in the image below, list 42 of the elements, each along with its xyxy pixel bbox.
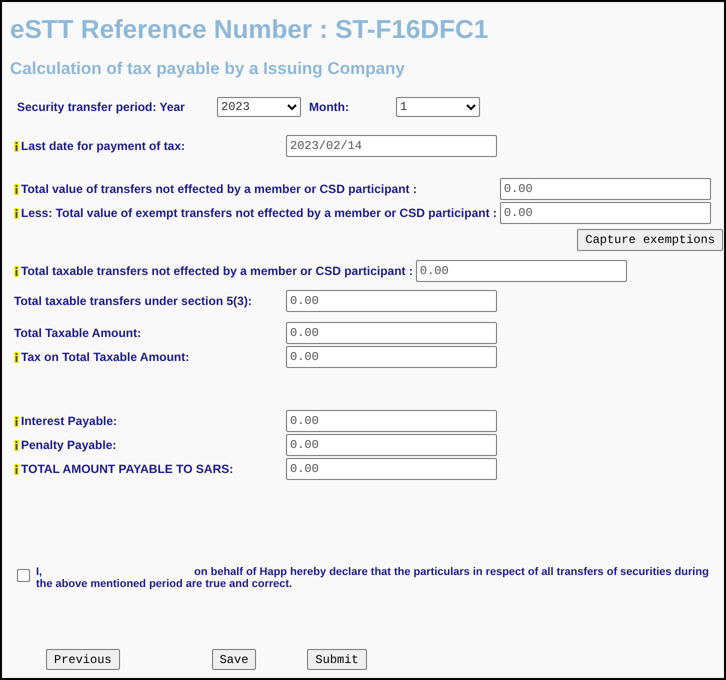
info-icon[interactable] xyxy=(14,416,19,426)
text-field[interactable]: 0.00 xyxy=(500,178,711,200)
form-button[interactable]: Submit xyxy=(307,649,367,670)
dropdown[interactable]: 2023 xyxy=(217,97,301,117)
field-label: Less: Total value of exempt transfers not effected by a member or CSD participant : xyxy=(21,206,497,220)
info-icon[interactable] xyxy=(14,464,19,474)
page-title: eSTT Reference Number : ST-F16DFC1 xyxy=(9,13,490,44)
form-button[interactable]: Previous xyxy=(46,649,120,670)
text-field[interactable]: 2023/02/14 xyxy=(286,135,497,157)
field-label: Penalty Payable: xyxy=(21,438,116,452)
text-field[interactable]: 0.00 xyxy=(286,410,497,432)
field-label: Interest Payable: xyxy=(21,414,118,428)
page-subtitle: Calculation of tax payable by a Issuing Company xyxy=(9,58,406,79)
info-icon[interactable] xyxy=(14,208,19,218)
text-field[interactable]: 0.00 xyxy=(286,290,497,312)
capture-exemptions-button[interactable]: Capture exemptions xyxy=(577,229,723,251)
field-label: TOTAL AMOUNT PAYABLE TO SARS: xyxy=(21,462,234,476)
form-button[interactable]: Save xyxy=(212,649,256,670)
field-label: Security transfer period: Year xyxy=(17,100,186,114)
field-label: Month: xyxy=(308,100,350,114)
text-field[interactable]: 0.00 xyxy=(286,434,497,456)
field-label: Total taxable transfers under section 5(3): xyxy=(14,294,252,308)
field-label: Last date for payment of tax: xyxy=(21,139,186,153)
field-label: Tax on Total Taxable Amount: xyxy=(21,350,190,364)
field-label: Total Taxable Amount: xyxy=(14,326,142,340)
text-field[interactable]: 0.00 xyxy=(286,458,497,480)
text-field[interactable]: 0.00 xyxy=(416,260,627,282)
chevron-icon xyxy=(466,104,476,110)
info-icon[interactable] xyxy=(14,440,19,450)
text-field[interactable]: 0.00 xyxy=(500,202,711,224)
field-label: Total taxable transfers not effected by a member or CSD participant : xyxy=(21,264,413,278)
dropdown[interactable]: 1 xyxy=(396,97,480,117)
info-icon[interactable] xyxy=(14,352,19,362)
declaration-text: I, on behalf of Happ hereby declare that the particulars in respect of all transfers of securities during the above mentioned period are true and correct. xyxy=(36,566,710,590)
field-label: Total value of transfers not effected by a member or CSD participant : xyxy=(21,182,417,196)
chevron-icon xyxy=(287,104,297,110)
text-field[interactable]: 0.00 xyxy=(286,346,497,368)
text-field[interactable]: 0.00 xyxy=(286,322,497,344)
checkbox[interactable] xyxy=(17,569,30,582)
info-icon[interactable] xyxy=(14,266,19,276)
info-icon[interactable] xyxy=(14,140,19,152)
info-icon[interactable] xyxy=(14,184,19,194)
